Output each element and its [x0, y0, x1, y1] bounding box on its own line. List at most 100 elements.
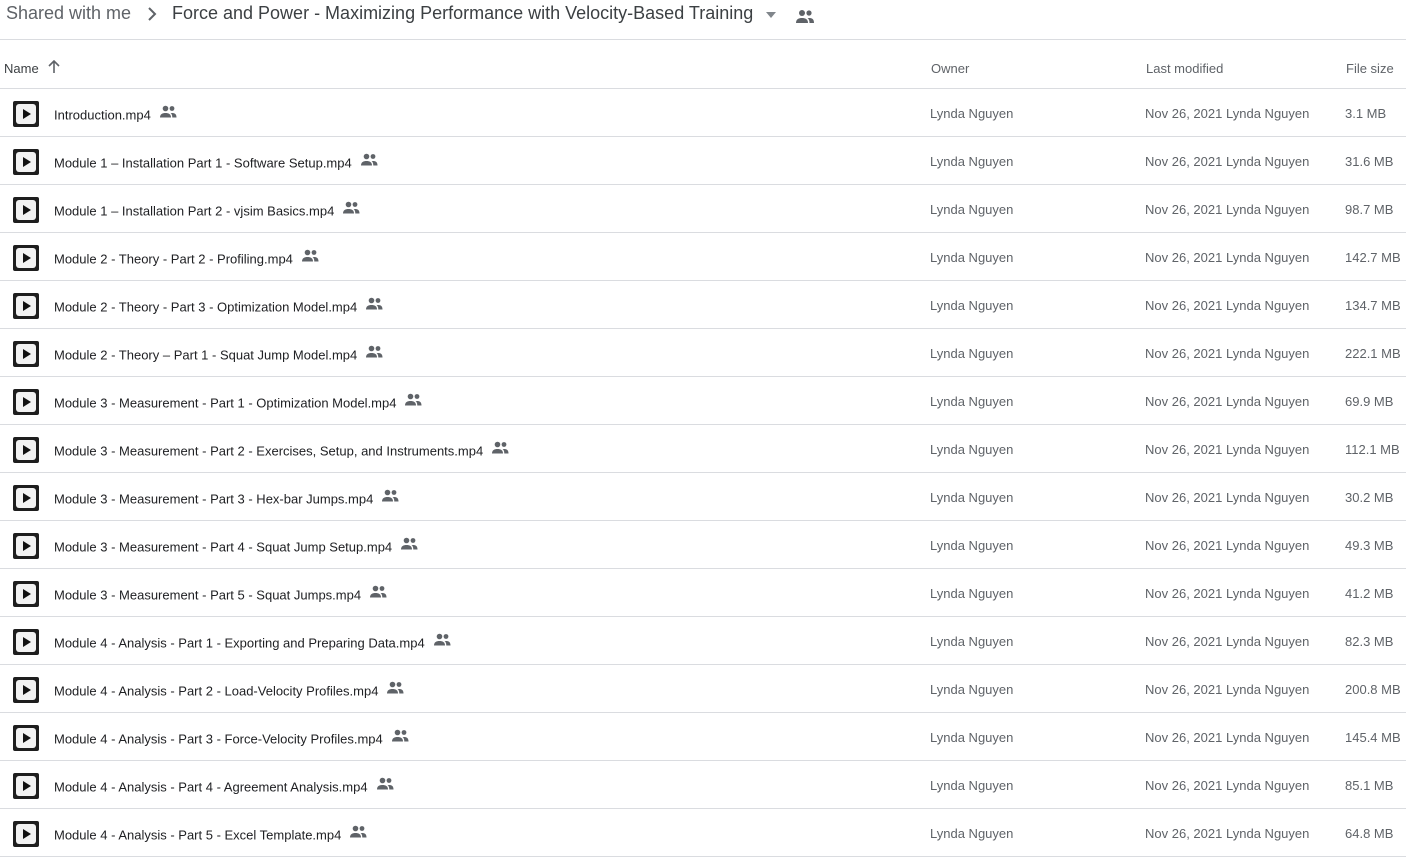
video-play-icon — [16, 392, 36, 412]
video-play-icon — [16, 200, 36, 220]
file-size: 134.7 MB — [1345, 298, 1401, 313]
arrow-drop-down-icon[interactable] — [764, 10, 778, 20]
file-modified-by: Lynda Nguyen — [1226, 586, 1310, 601]
file-owner: Lynda Nguyen — [930, 586, 1014, 601]
file-row[interactable]: Module 4 - Analysis - Part 2 - Load-Velo… — [0, 665, 1406, 713]
file-row[interactable]: Module 2 - Theory – Part 1 - Squat Jump … — [0, 329, 1406, 377]
file-row[interactable]: Module 2 - Theory - Part 3 - Optimizatio… — [0, 281, 1406, 329]
file-size: 112.1 MB — [1345, 442, 1400, 457]
file-name[interactable]: Module 3 - Measurement - Part 1 - Optimi… — [54, 395, 396, 410]
people-icon — [301, 249, 319, 262]
column-header-last-modified[interactable]: Last modified — [1146, 61, 1223, 76]
file-modified-date: Nov 26, 2021 — [1145, 346, 1223, 361]
file-row[interactable]: Module 3 - Measurement - Part 2 - Exerci… — [0, 425, 1406, 473]
file-row[interactable]: Module 4 - Analysis - Part 1 - Exporting… — [0, 617, 1406, 665]
file-row[interactable]: Module 2 - Theory - Part 2 - Profiling.m… — [0, 233, 1406, 281]
file-name[interactable]: Introduction.mp4 — [54, 107, 151, 122]
file-name-cell: Module 4 - Analysis - Part 5 - Excel Tem… — [54, 825, 367, 844]
file-row[interactable]: Module 3 - Measurement - Part 3 - Hex-ba… — [0, 473, 1406, 521]
people-icon — [370, 585, 387, 598]
video-thumbnail-icon — [13, 533, 39, 559]
file-row[interactable]: Module 3 - Measurement - Part 5 - Squat … — [0, 569, 1406, 617]
file-name[interactable]: Module 4 - Analysis - Part 2 - Load-Velo… — [54, 683, 378, 698]
breadcrumb-current-folder[interactable]: Force and Power - Maximizing Performance… — [172, 3, 753, 24]
breadcrumb-root[interactable]: Shared with me — [6, 3, 131, 24]
file-name-cell: Module 4 - Analysis - Part 4 - Agreement… — [54, 777, 394, 796]
file-modified-by: Lynda Nguyen — [1226, 538, 1310, 553]
video-thumbnail-icon — [13, 197, 39, 223]
file-name[interactable]: Module 3 - Measurement - Part 5 - Squat … — [54, 587, 361, 602]
file-owner: Lynda Nguyen — [930, 490, 1014, 505]
file-modified-by: Lynda Nguyen — [1226, 778, 1310, 793]
file-modified-date: Nov 26, 2021 — [1145, 538, 1223, 553]
file-name-cell: Module 3 - Measurement - Part 1 - Optimi… — [54, 393, 422, 412]
file-modified-date: Nov 26, 2021 — [1145, 586, 1223, 601]
file-owner: Lynda Nguyen — [930, 442, 1014, 457]
arrow-upward-icon[interactable] — [47, 60, 61, 74]
video-play-icon — [16, 296, 36, 316]
file-modified-date: Nov 26, 2021 — [1145, 730, 1223, 745]
file-modified-date: Nov 26, 2021 — [1145, 250, 1223, 265]
people-icon — [405, 393, 422, 406]
file-name[interactable]: Module 3 - Measurement - Part 4 - Squat … — [54, 539, 392, 554]
file-modified-by: Lynda Nguyen — [1226, 682, 1310, 697]
file-row[interactable]: Module 4 - Analysis - Part 3 - Force-Vel… — [0, 713, 1406, 761]
file-modified-date: Nov 26, 2021 — [1145, 490, 1223, 505]
file-row[interactable]: Module 3 - Measurement - Part 1 - Optimi… — [0, 377, 1406, 425]
file-name[interactable]: Module 4 - Analysis - Part 3 - Force-Vel… — [54, 731, 383, 746]
file-row[interactable]: Module 3 - Measurement - Part 4 - Squat … — [0, 521, 1406, 569]
people-icon — [376, 777, 394, 790]
file-name[interactable]: Module 1 – Installation Part 2 - vjsim B… — [54, 203, 334, 218]
file-modified-by: Lynda Nguyen — [1226, 298, 1310, 313]
file-size: 64.8 MB — [1345, 826, 1394, 841]
file-row[interactable]: Module 1 – Installation Part 1 - Softwar… — [0, 137, 1406, 185]
column-header-file-size[interactable]: File size — [1346, 61, 1394, 76]
file-name-cell: Introduction.mp4 — [54, 105, 177, 124]
video-play-icon — [16, 488, 36, 508]
file-name[interactable]: Module 1 – Installation Part 1 - Softwar… — [54, 155, 352, 170]
file-row[interactable]: Module 1 – Installation Part 2 - vjsim B… — [0, 185, 1406, 233]
file-modified-by: Lynda Nguyen — [1226, 202, 1310, 217]
file-modified-by: Lynda Nguyen — [1226, 106, 1310, 121]
file-name[interactable]: Module 2 - Theory - Part 3 - Optimizatio… — [54, 299, 357, 314]
file-size: 145.4 MB — [1345, 730, 1401, 745]
file-modified-by: Lynda Nguyen — [1226, 250, 1310, 265]
file-name[interactable]: Module 3 - Measurement - Part 3 - Hex-ba… — [54, 491, 373, 506]
file-row[interactable]: Module 4 - Analysis - Part 4 - Agreement… — [0, 761, 1406, 809]
file-name[interactable]: Module 4 - Analysis - Part 5 - Excel Tem… — [54, 827, 341, 842]
file-modified-date: Nov 26, 2021 — [1145, 298, 1223, 313]
file-owner: Lynda Nguyen — [930, 682, 1014, 697]
video-thumbnail-icon — [13, 149, 39, 175]
people-icon — [433, 633, 451, 646]
video-thumbnail-icon — [13, 773, 39, 799]
file-row[interactable]: Introduction.mp4 Lynda Nguyen Nov 26, 2021… — [0, 89, 1406, 137]
file-modified-date: Nov 26, 2021 — [1145, 202, 1223, 217]
file-row[interactable]: Module 4 - Analysis - Part 5 - Excel Tem… — [0, 809, 1406, 857]
file-name[interactable]: Module 2 - Theory - Part 2 - Profiling.m… — [54, 251, 293, 266]
file-name[interactable]: Module 4 - Analysis - Part 1 - Exporting… — [54, 635, 425, 650]
file-modified-by: Lynda Nguyen — [1226, 634, 1310, 649]
file-owner: Lynda Nguyen — [930, 346, 1014, 361]
people-icon — [796, 10, 814, 23]
breadcrumb: Shared with me Force and Power - Maximiz… — [0, 0, 1406, 40]
file-name-cell: Module 1 – Installation Part 1 - Softwar… — [54, 153, 378, 172]
column-header-owner[interactable]: Owner — [931, 61, 969, 76]
video-thumbnail-icon — [13, 677, 39, 703]
file-name[interactable]: Module 3 - Measurement - Part 2 - Exerci… — [54, 443, 483, 458]
file-size: 69.9 MB — [1345, 394, 1394, 409]
video-play-icon — [16, 728, 36, 748]
file-name[interactable]: Module 2 - Theory – Part 1 - Squat Jump … — [54, 347, 357, 362]
video-play-icon — [16, 776, 36, 796]
file-size: 200.8 MB — [1345, 682, 1401, 697]
video-play-icon — [16, 344, 36, 364]
file-name-cell: Module 3 - Measurement - Part 3 - Hex-ba… — [54, 489, 399, 508]
video-thumbnail-icon — [13, 437, 39, 463]
video-play-icon — [16, 584, 36, 604]
file-modified-date: Nov 26, 2021 — [1145, 778, 1223, 793]
video-thumbnail-icon — [13, 101, 39, 127]
file-name[interactable]: Module 4 - Analysis - Part 4 - Agreement… — [54, 779, 368, 794]
file-owner: Lynda Nguyen — [930, 250, 1014, 265]
video-play-icon — [16, 632, 36, 652]
column-header-name[interactable]: Name — [4, 61, 39, 76]
file-modified-date: Nov 26, 2021 — [1145, 682, 1223, 697]
